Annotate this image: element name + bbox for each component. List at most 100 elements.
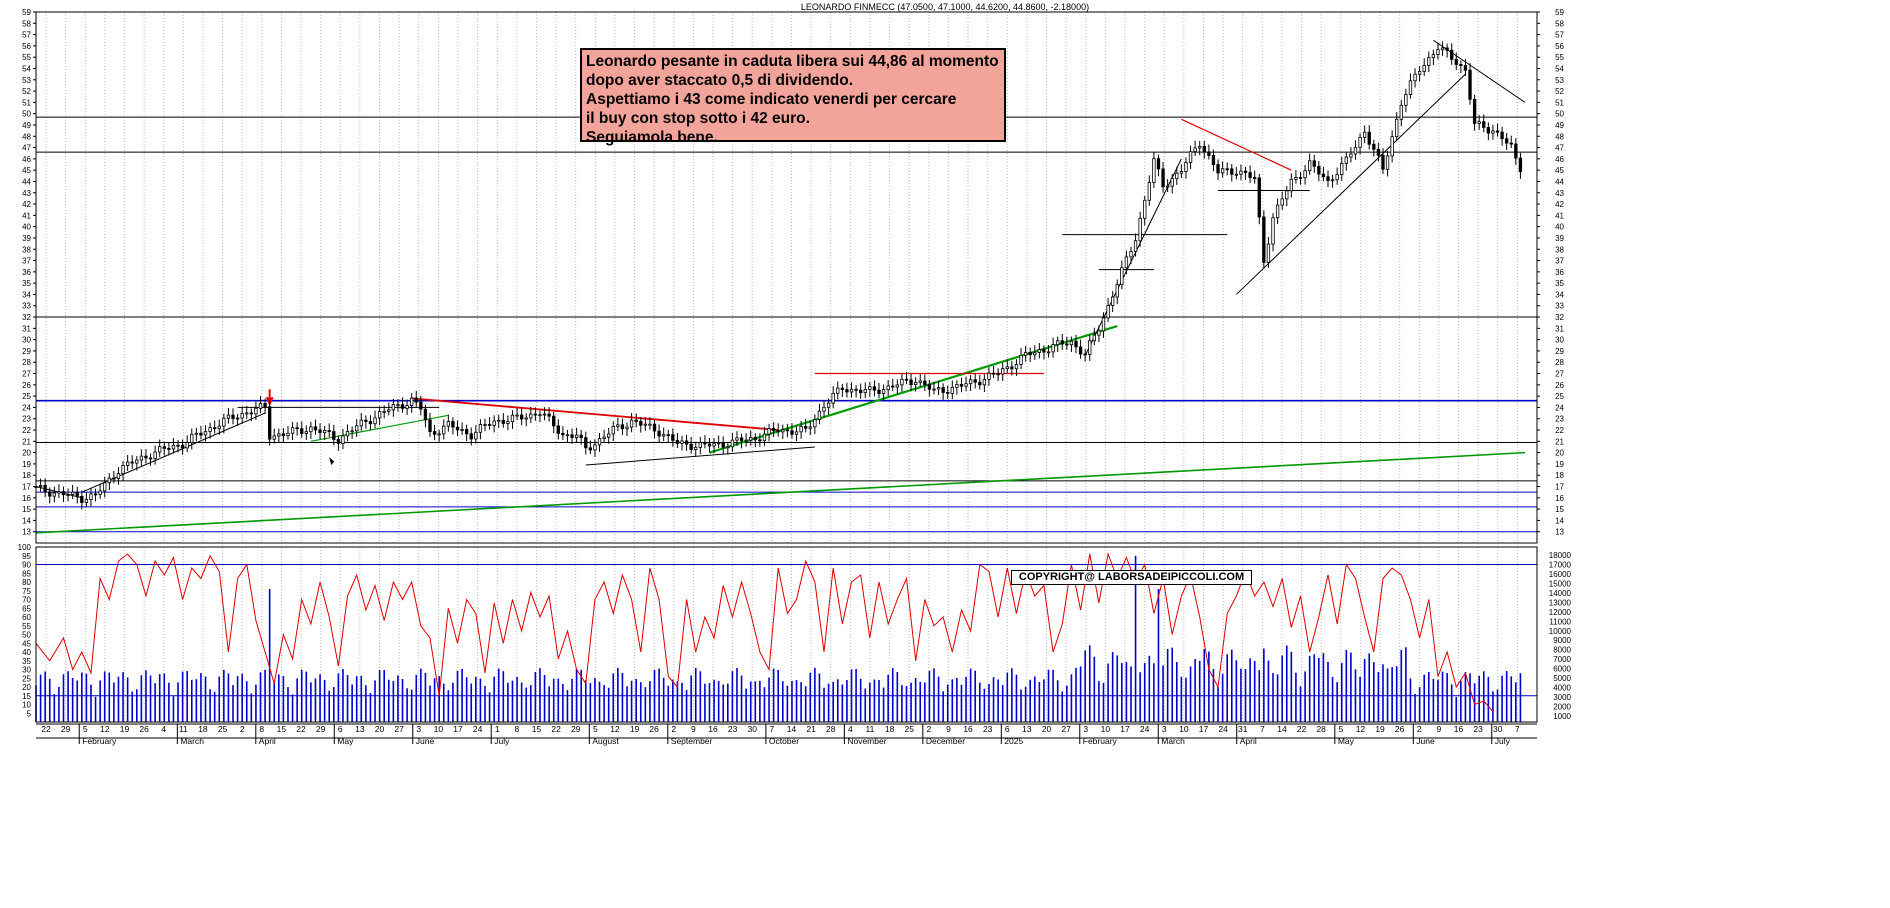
candle-body (950, 386, 954, 394)
candle-body (226, 414, 231, 419)
y-tick-label-left: 43 (22, 189, 31, 198)
x-day-label: 9 (1437, 724, 1442, 734)
y-tick-label-left: 30 (22, 336, 31, 345)
x-day-label: 23 (1473, 724, 1483, 734)
candle-body (1074, 340, 1078, 348)
y-tick-label-left: 49 (22, 121, 31, 130)
candle-body (492, 420, 496, 426)
candle-body (1280, 198, 1284, 206)
x-day-label: 16 (708, 724, 718, 734)
candle-body (153, 451, 157, 459)
candle-body (675, 439, 680, 444)
candle-body (588, 447, 593, 451)
candle-body (419, 401, 423, 410)
candle-body (1028, 351, 1032, 356)
x-day-label: 5 (593, 724, 598, 734)
lower-y-tick-left: 100 (18, 543, 32, 552)
x-month-label: May (337, 736, 354, 746)
candle-body (1308, 160, 1312, 172)
y-tick-label-right: 18 (1555, 471, 1564, 480)
candle-body (1042, 349, 1046, 353)
x-day-label: 9 (946, 724, 951, 734)
x-day-label: 17 (1120, 724, 1130, 734)
candle-body (1459, 64, 1463, 66)
y-tick-label-right: 50 (1555, 110, 1564, 119)
y-tick-label-left: 35 (22, 279, 31, 288)
candle-body (410, 397, 414, 406)
trendline-black (1084, 158, 1182, 356)
lower-y-tick-right: 6000 (1553, 665, 1571, 674)
candle-body (694, 446, 698, 450)
lower-y-tick-left: 85 (22, 569, 31, 578)
candle-body (616, 424, 620, 427)
candle-body (703, 441, 707, 445)
x-day-label: 3 (1083, 724, 1088, 734)
candle-body (1165, 185, 1170, 188)
candle-body (620, 424, 625, 430)
y-tick-label-left: 53 (22, 76, 31, 85)
lower-y-tick-left: 70 (22, 596, 31, 605)
y-tick-label-right: 22 (1555, 426, 1564, 435)
candle-body (185, 442, 189, 449)
y-tick-label-right: 42 (1555, 200, 1564, 209)
candle-body (167, 448, 171, 450)
x-day-label: 19 (120, 724, 130, 734)
candle-body (556, 425, 560, 434)
candle-body (1179, 171, 1184, 174)
candle-body (913, 381, 918, 385)
lower-y-tick-left: 25 (22, 674, 31, 683)
candle-body (1500, 131, 1504, 140)
x-day-label: 16 (963, 724, 973, 734)
x-day-label: 12 (1356, 724, 1366, 734)
candle-body (437, 433, 441, 436)
x-day-label: 26 (649, 724, 659, 734)
candle-body (854, 388, 858, 391)
x-day-label: 2 (671, 724, 676, 734)
candle-body (1303, 170, 1307, 179)
cursor-arrow-icon (329, 457, 335, 466)
y-tick-label-left: 21 (22, 437, 31, 446)
candle-body (341, 435, 345, 444)
candle-body (561, 433, 565, 436)
candle-body (387, 409, 391, 412)
candle-body (895, 384, 899, 388)
candle-body (886, 385, 890, 390)
y-tick-label-left: 50 (22, 110, 31, 119)
x-day-label: 29 (61, 724, 71, 734)
candle-body (1298, 176, 1303, 179)
candle-body (946, 392, 950, 394)
x-day-label: 11 (866, 724, 875, 734)
x-day-label: 11 (179, 724, 188, 734)
candle-body (144, 455, 148, 459)
x-month-label: June (1416, 736, 1435, 746)
y-tick-label-left: 39 (22, 234, 31, 243)
candle-body (1266, 243, 1271, 263)
x-month-label: May (1338, 736, 1355, 746)
x-month-label: September (671, 736, 713, 746)
candle-body (478, 424, 483, 433)
candle-body (904, 378, 909, 381)
candle-body (1404, 94, 1408, 106)
y-tick-label-left: 23 (22, 415, 31, 424)
candle-body (1239, 170, 1243, 175)
y-tick-label-right: 24 (1555, 403, 1564, 412)
y-tick-label-right: 39 (1555, 234, 1564, 243)
candle-body (1138, 217, 1142, 242)
candle-body (547, 413, 551, 417)
y-tick-label-right: 54 (1555, 64, 1564, 73)
candle-body (1124, 256, 1129, 269)
candle-body (776, 430, 780, 433)
candle-body (1431, 54, 1436, 59)
x-day-label: 16 (1454, 724, 1464, 734)
candle-body (300, 428, 304, 434)
y-tick-label-right: 19 (1555, 460, 1564, 469)
y-tick-label-right: 58 (1555, 19, 1564, 28)
candle-body (643, 423, 648, 426)
candle-body (762, 433, 767, 442)
candle-body (1321, 173, 1326, 178)
candle-body (249, 412, 253, 415)
candle-body (1376, 148, 1381, 156)
y-tick-label-left: 37 (22, 257, 31, 266)
x-day-label: 4 (161, 724, 166, 734)
y-tick-label-right: 56 (1555, 42, 1564, 51)
